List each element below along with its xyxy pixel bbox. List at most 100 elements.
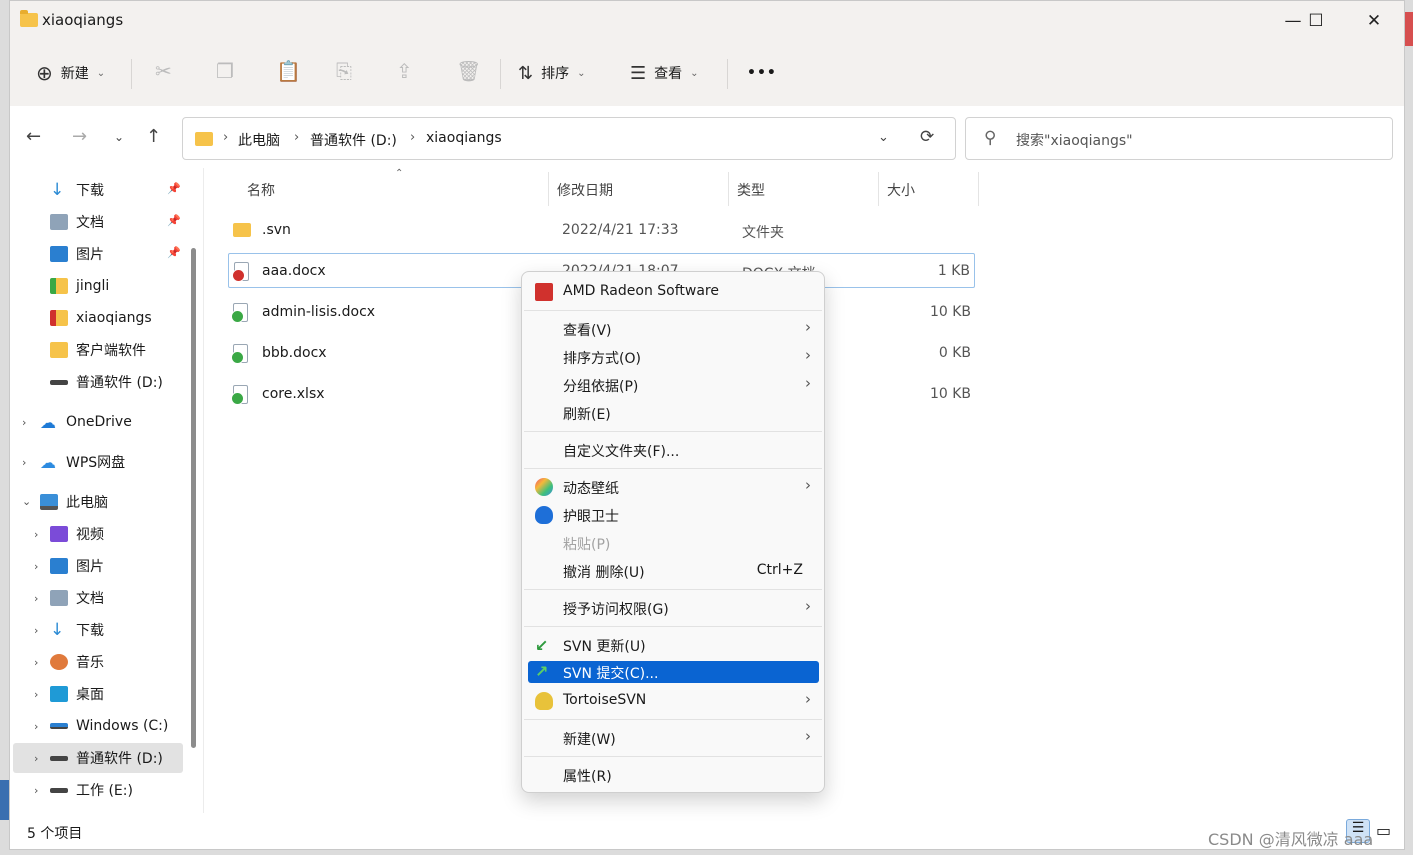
share-icon[interactable]: ⇪ (396, 59, 413, 83)
menu-item-label: 粘贴(P) (563, 537, 611, 553)
column-header-type[interactable]: 类型 (737, 180, 765, 200)
column-divider[interactable] (978, 172, 979, 206)
forward-arrow-icon[interactable]: → (72, 126, 87, 147)
menu-item-eyecare[interactable]: 护眼卫士 (528, 503, 819, 527)
breadcrumb-thispc[interactable]: 此电脑 (238, 130, 280, 150)
sidebar-item-drive-e[interactable]: 工作 (E:) (50, 777, 133, 803)
expand-chevron-icon[interactable]: › (34, 560, 38, 573)
sidebar-item-jingli[interactable]: jingli (50, 273, 109, 299)
expand-chevron-icon[interactable]: › (22, 456, 26, 469)
sidebar-item-onedrive[interactable]: ☁ OneDrive (40, 409, 132, 435)
download-icon: ↓ (50, 620, 65, 640)
video-icon (50, 526, 68, 542)
recent-chevron-icon[interactable]: ⌄ (114, 130, 124, 144)
sidebar-item-downloads[interactable]: ↓ 下载 (50, 177, 104, 203)
pin-icon: 📌 (167, 182, 181, 195)
back-arrow-icon[interactable]: ← (26, 126, 41, 147)
collapse-chevron-icon[interactable]: ⌄ (22, 495, 31, 508)
file-name: admin-lisis.docx (262, 304, 376, 320)
expand-chevron-icon[interactable]: › (22, 416, 26, 429)
view-lines-icon: ☰ (630, 62, 647, 84)
file-row-svn[interactable]: .svn 2022/4/21 17:33 文件夹 (228, 213, 975, 248)
sidebar-item-drive-d[interactable]: 普通软件 (D:) (50, 369, 163, 395)
menu-separator (524, 431, 822, 432)
menu-item-undo[interactable]: 撤消 删除(U) Ctrl+Z (528, 559, 819, 583)
breadcrumb-folder[interactable]: xiaoqiangs (426, 130, 502, 146)
svn-update-icon: ↙ (535, 636, 549, 655)
menu-item-svn-commit[interactable]: ↗ SVN 提交(C)... (528, 661, 819, 683)
menu-item-grant-access[interactable]: 授予访问权限(G) › (528, 596, 819, 620)
close-button[interactable]: ✕ (1351, 7, 1397, 35)
address-dropdown-icon[interactable]: ⌄ (878, 130, 889, 145)
sidebar-item-pc-documents[interactable]: 文档 (50, 585, 104, 611)
menu-item-view[interactable]: 查看(V) › (528, 317, 819, 341)
drive-icon (50, 787, 68, 793)
menu-item-label: 动态壁纸 (563, 481, 619, 497)
rename-icon[interactable]: ⎘ (336, 59, 352, 83)
sidebar-item-label: 图片 (76, 559, 104, 575)
expand-chevron-icon[interactable]: › (34, 656, 38, 669)
menu-item-group[interactable]: 分组依据(P) › (528, 373, 819, 397)
menu-item-amd[interactable]: AMD Radeon Software (528, 280, 819, 304)
sidebar-item-desktop[interactable]: 桌面 (50, 681, 104, 707)
expand-chevron-icon[interactable]: › (34, 592, 38, 605)
copy-icon[interactable]: ❐ (216, 59, 234, 83)
tiles-view-icon[interactable]: ▭ (1376, 821, 1391, 840)
sidebar-item-videos[interactable]: 视频 (50, 521, 104, 547)
menu-item-sort[interactable]: 排序方式(O) › (528, 345, 819, 369)
sidebar-item-thispc[interactable]: 此电脑 (40, 489, 108, 515)
column-header-size[interactable]: 大小 (887, 180, 915, 200)
sort-icon: ⇅ (518, 62, 534, 84)
sidebar-item-label: Windows (C:) (76, 718, 169, 734)
context-menu: AMD Radeon Software 查看(V) › 排序方式(O) › 分组… (521, 271, 825, 793)
view-button[interactable]: ☰ 查看 ⌄ (630, 61, 699, 85)
menu-item-customize[interactable]: 自定义文件夹(F)... (528, 438, 819, 462)
command-bar: ⊕ 新建 ⌄ ✂ ❐ 📋 ⎘ ⇪ 🗑 ⇅ 排序 ⌄ ☰ 查看 ⌄ ••• (10, 41, 1404, 106)
menu-item-wallpaper[interactable]: 动态壁纸 › (528, 475, 819, 499)
pane-divider[interactable] (203, 168, 204, 813)
menu-item-tortoisesvn[interactable]: TortoiseSVN › (528, 689, 819, 713)
up-arrow-icon[interactable]: ↑ (146, 126, 161, 147)
sidebar-item-wps[interactable]: ☁ WPS网盘 (40, 449, 125, 475)
cut-icon[interactable]: ✂ (155, 59, 172, 83)
refresh-icon[interactable]: ⟳ (920, 127, 934, 147)
expand-chevron-icon[interactable]: › (34, 688, 38, 701)
expand-chevron-icon[interactable]: › (34, 752, 38, 765)
sort-button[interactable]: ⇅ 排序 ⌄ (518, 61, 585, 85)
sidebar-item-drive-c[interactable]: Windows (C:) (50, 713, 168, 739)
sidebar-item-pc-pictures[interactable]: 图片 (50, 553, 104, 579)
menu-item-properties[interactable]: 属性(R) (528, 763, 819, 787)
column-divider[interactable] (728, 172, 729, 206)
expand-chevron-icon[interactable]: › (34, 784, 38, 797)
sidebar-item-music[interactable]: 音乐 (50, 649, 104, 675)
breadcrumb-drive-d[interactable]: 普通软件 (D:) (310, 130, 397, 150)
delete-icon[interactable]: 🗑 (456, 59, 481, 83)
sidebar-item-client-software[interactable]: 客户端软件 (50, 337, 146, 363)
column-divider[interactable] (878, 172, 879, 206)
sidebar-item-pc-downloads[interactable]: ↓ 下载 (50, 617, 104, 643)
sidebar-item-label: 下载 (76, 183, 104, 199)
menu-item-label: 自定义文件夹(F)... (563, 444, 680, 460)
column-header-modified[interactable]: 修改日期 (557, 180, 613, 200)
new-button[interactable]: ⊕ 新建 ⌄ (36, 61, 105, 85)
sidebar-scrollbar[interactable] (191, 248, 196, 748)
expand-chevron-icon[interactable]: › (34, 720, 38, 733)
menu-item-new[interactable]: 新建(W) › (528, 726, 819, 750)
new-label: 新建 (60, 66, 89, 82)
maximize-button[interactable]: ☐ (1293, 7, 1339, 35)
sidebar-item-pc-drive-d[interactable]: 普通软件 (D:) (50, 745, 163, 771)
menu-item-refresh[interactable]: 刷新(E) (528, 401, 819, 425)
expand-chevron-icon[interactable]: › (34, 528, 38, 541)
sidebar-item-documents[interactable]: 文档 (50, 209, 104, 235)
expand-chevron-icon[interactable]: › (34, 624, 38, 637)
paste-icon[interactable]: 📋 (276, 59, 301, 83)
column-header-name[interactable]: 名称 (247, 180, 275, 200)
address-bar[interactable]: › 此电脑 › 普通软件 (D:) › xiaoqiangs ⌄ ⟳ (182, 117, 956, 160)
search-box[interactable]: ⚲ 搜索"xiaoqiangs" (965, 117, 1393, 160)
column-divider[interactable] (548, 172, 549, 206)
menu-item-svn-update[interactable]: ↙ SVN 更新(U) (528, 633, 819, 657)
sidebar-item-xiaoqiangs[interactable]: xiaoqiangs (50, 305, 152, 331)
toolbar-divider (727, 59, 728, 89)
sidebar-item-pictures[interactable]: 图片 (50, 241, 104, 267)
more-options-button[interactable]: ••• (747, 61, 777, 85)
